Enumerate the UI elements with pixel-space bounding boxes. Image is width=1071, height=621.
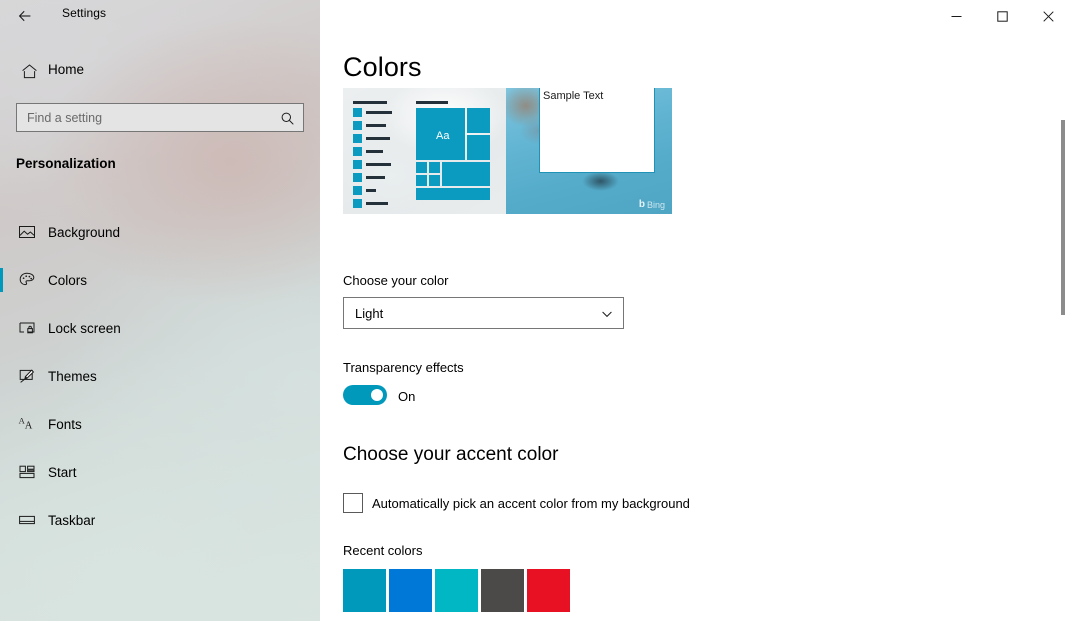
preview-tiles-rule xyxy=(416,101,448,104)
recent-colors-swatches xyxy=(343,569,570,612)
color-swatch[interactable] xyxy=(389,569,432,612)
selection-indicator xyxy=(0,268,3,292)
maximize-button[interactable] xyxy=(979,0,1025,32)
minimize-button[interactable] xyxy=(933,0,979,32)
sidebar-item-lock-screen[interactable]: Lock screen xyxy=(0,304,320,352)
close-button[interactable] xyxy=(1025,0,1071,32)
sidebar-item-label: Start xyxy=(48,464,77,480)
sidebar-item-start[interactable]: Start xyxy=(0,448,320,496)
transparency-toggle[interactable] xyxy=(343,385,387,405)
sidebar-item-taskbar[interactable]: Taskbar xyxy=(0,496,320,544)
sidebar-section-title: Personalization xyxy=(16,156,116,171)
scrollbar-thumb[interactable] xyxy=(1061,120,1065,315)
sidebar-item-label: Background xyxy=(48,224,121,240)
preview-app-list xyxy=(353,101,395,212)
auto-pick-accent-row[interactable]: Automatically pick an accent color from … xyxy=(343,493,690,513)
choose-color-label: Choose your color xyxy=(343,273,449,288)
sidebar-item-home[interactable]: Home xyxy=(0,56,320,86)
sidebar-item-label: Themes xyxy=(48,368,97,384)
themes-brush-icon xyxy=(15,364,39,388)
auto-pick-accent-checkbox[interactable] xyxy=(343,493,363,513)
content-scrollbar[interactable] xyxy=(1055,32,1071,621)
transparency-state-label: On xyxy=(398,389,416,404)
auto-pick-accent-label: Automatically pick an accent color from … xyxy=(372,495,690,511)
color-swatch[interactable] xyxy=(343,569,386,612)
start-tiles-icon xyxy=(15,460,39,484)
sidebar-nav: Background Colors Lock screen Themes A A… xyxy=(0,208,320,544)
sidebar-item-label: Colors xyxy=(48,272,88,288)
page-title: Colors xyxy=(343,52,422,82)
taskbar-icon xyxy=(15,508,39,532)
svg-text:A: A xyxy=(25,421,33,432)
home-icon xyxy=(17,59,41,83)
preview-app-list-rule xyxy=(353,101,387,104)
app-title: Settings xyxy=(62,6,107,20)
fonts-aa-icon: A A xyxy=(15,412,39,436)
sidebar-item-colors[interactable]: Colors xyxy=(0,256,320,304)
preview-tile-text: Aa xyxy=(436,130,450,142)
sidebar-item-fonts[interactable]: A A Fonts xyxy=(0,400,320,448)
sidebar-item-label-home: Home xyxy=(48,62,85,77)
chevron-down-icon[interactable] xyxy=(600,307,614,321)
search-icon[interactable] xyxy=(278,109,296,127)
sidebar-item-label: Taskbar xyxy=(48,512,96,528)
sidebar: Settings Home Personalization xyxy=(0,0,320,621)
window-titlebar: Settings xyxy=(0,0,320,32)
recent-colors-label: Recent colors xyxy=(343,543,423,558)
color-swatch[interactable] xyxy=(481,569,524,612)
image-icon xyxy=(15,220,39,244)
accent-color-heading: Choose your accent color xyxy=(343,444,559,465)
window-controls xyxy=(933,0,1071,32)
sidebar-item-label: Lock screen xyxy=(48,320,121,336)
main-content: Colors Aa Sample Text b Bing Choose your… xyxy=(320,0,1071,621)
bing-watermark: b Bing xyxy=(639,199,665,210)
search-box[interactable] xyxy=(16,103,304,132)
bing-watermark-text: Bing xyxy=(646,199,665,210)
color-preview-thumbnail: Aa Sample Text b Bing xyxy=(343,88,672,214)
sidebar-item-background[interactable]: Background xyxy=(0,208,320,256)
bing-logo-glyph: b xyxy=(638,199,645,210)
preview-sample-window-text: Sample Text xyxy=(543,90,604,102)
color-swatch[interactable] xyxy=(435,569,478,612)
sidebar-item-label: Fonts xyxy=(48,416,82,432)
back-arrow-icon[interactable] xyxy=(10,3,40,29)
palette-icon xyxy=(15,268,39,292)
lock-screen-icon xyxy=(15,316,39,340)
toggle-knob xyxy=(371,389,383,401)
choose-color-dropdown[interactable]: Light xyxy=(343,297,624,329)
search-input[interactable] xyxy=(17,104,303,131)
sidebar-item-themes[interactable]: Themes xyxy=(0,352,320,400)
transparency-label: Transparency effects xyxy=(343,360,464,375)
choose-color-selected-value: Light xyxy=(355,305,384,321)
settings-window: Settings Home Personalization xyxy=(0,0,1071,621)
color-swatch[interactable] xyxy=(527,569,570,612)
